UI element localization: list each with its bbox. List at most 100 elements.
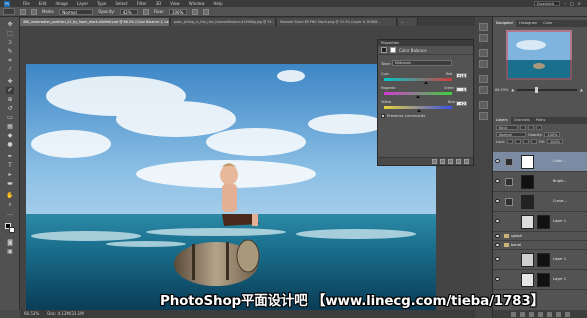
hand-tool-icon[interactable]: ✋ [6,192,14,199]
menu-image[interactable]: Image [55,1,68,6]
view-previous-icon[interactable] [440,159,445,164]
visibility-eye-icon[interactable] [495,179,500,183]
clip-to-layer-icon[interactable] [432,159,437,164]
zoom-in-icon[interactable]: ▲ [580,88,583,92]
add-mask-icon[interactable] [528,311,534,317]
magenta-green-value[interactable]: 0 [456,87,467,92]
layer-mask-thumb[interactable] [537,253,550,267]
visibility-icon[interactable] [456,159,461,164]
crop-tool-icon[interactable]: ⌗ [6,57,14,64]
gradient-tool-icon[interactable]: ▦ [6,123,14,130]
shape-tool-icon[interactable]: ▬ [6,180,14,187]
layer-row-pixel[interactable]: Layer 1 [493,250,587,270]
layer-name[interactable]: Layer 1 [553,257,566,261]
info-panel-icon[interactable] [479,60,488,68]
new-adjustment-icon[interactable] [537,311,543,317]
blend-mode-select[interactable]: Normal [496,132,526,137]
eraser-tool-icon[interactable]: ▭ [6,114,14,121]
zoom-slider[interactable] [517,87,578,93]
tab-histogram[interactable]: Histogram [516,20,540,27]
lock-transparent-icon[interactable] [507,139,514,144]
tab-document-3[interactable]: Monster Stock 89 PNG Stock.png @ 33.3% (… [277,18,397,26]
move-tool-icon[interactable]: ✥ [6,21,14,28]
layer-row-pixel[interactable]: Layer 1 [493,212,587,232]
close-icon[interactable]: × [578,1,581,6]
layer-style-icon[interactable] [519,311,525,317]
brush-panel-icon[interactable] [479,75,488,83]
cyan-red-slider[interactable] [384,78,452,81]
lock-position-icon[interactable] [523,139,530,144]
mask-icon[interactable] [390,47,396,53]
layer-group-barrel[interactable]: barrel [493,241,587,250]
healing-tool-icon[interactable]: ✚ [6,78,14,85]
fill-field[interactable]: 100% [547,139,564,144]
dodge-tool-icon[interactable]: ● [6,141,14,148]
layer-row-color-balance[interactable]: Color ... [493,152,587,172]
pen-tool-icon[interactable]: ✒ [6,153,14,160]
paragraph-panel-icon[interactable] [479,112,488,120]
delete-icon[interactable] [464,159,469,164]
more-tools-icon[interactable]: … [6,210,14,217]
document-canvas[interactable] [26,64,436,310]
yellow-blue-value[interactable]: +2 [456,101,467,106]
menu-select[interactable]: Select [115,1,127,6]
reset-icon[interactable] [448,159,453,164]
zoom-slider-thumb[interactable] [535,87,539,93]
mode-select[interactable]: Normal [59,8,94,15]
tab-paths[interactable]: Paths [533,117,549,124]
visibility-eye-icon[interactable] [495,219,500,223]
menu-window[interactable]: Window [189,1,205,6]
menu-edit[interactable]: Edit [39,1,47,6]
menu-type[interactable]: Type [97,1,106,6]
history-panel-icon[interactable] [479,23,488,31]
blur-tool-icon[interactable]: ◆ [6,132,14,139]
menu-help[interactable]: Help [213,1,222,6]
group-name[interactable]: barrel [511,243,521,247]
menu-file[interactable]: File [23,1,30,6]
properties-panel-icon[interactable] [479,49,488,57]
clone-tool-icon[interactable]: ⊕ [6,96,14,103]
layer-mask-thumb[interactable] [537,215,550,229]
layer-name[interactable]: Color ... [553,159,567,163]
filter-adjustment-icon[interactable] [528,125,534,130]
screen-mode-icon[interactable]: ▣ [6,248,14,255]
layer-opacity-field[interactable]: 100% [544,132,561,137]
menu-layer[interactable]: Layer [77,1,88,6]
preserve-luminosity-checkbox[interactable]: ✓ [381,113,385,118]
menu-view[interactable]: View [170,1,180,6]
menu-filter[interactable]: Filter [137,1,147,6]
eyedropper-tool-icon[interactable]: ⁄ [6,66,14,73]
tone-select[interactable]: Midtones [392,60,452,66]
layer-name[interactable]: Layer 1 [553,277,566,281]
filter-type-icon[interactable] [536,125,542,130]
zoom-tool-icon[interactable]: ⌕ [6,201,14,208]
minimize-icon[interactable]: – [564,1,566,6]
visibility-eye-icon[interactable] [495,243,500,247]
path-select-tool-icon[interactable]: ▸ [6,171,14,178]
workspace-switcher[interactable]: Essentials [533,1,560,6]
layer-mask-thumb[interactable] [537,273,550,287]
trash-icon[interactable] [564,311,570,317]
layer-group-splash[interactable]: splash [493,232,587,241]
cyan-red-knob[interactable] [424,81,428,84]
link-layers-icon[interactable] [510,311,516,317]
layer-name[interactable]: Bright... [553,179,567,183]
quick-select-tool-icon[interactable]: ✎ [6,48,14,55]
type-tool-icon[interactable]: T [6,162,14,169]
tab-navigator[interactable]: Navigator [493,20,517,27]
clone-source-panel-icon[interactable] [479,86,488,94]
kind-filter-select[interactable]: Kind [496,125,518,130]
layer-name[interactable]: Curve... [553,199,567,203]
background-color-swatch[interactable] [9,227,15,233]
visibility-eye-icon[interactable] [495,199,500,203]
navigator-zoom-value[interactable]: 66.53% [495,88,508,92]
lock-all-icon[interactable] [531,139,538,144]
tab-overflow[interactable]: ... [398,18,418,26]
pressure-opacity-icon[interactable] [142,8,149,15]
tab-layers[interactable]: Layers [493,117,511,124]
layer-mask-thumb[interactable] [521,155,534,169]
tool-preset-picker[interactable] [3,8,15,15]
filter-pixel-icon[interactable] [520,125,526,130]
brush-preset-icon[interactable] [20,8,26,15]
visibility-eye-icon[interactable] [495,277,500,281]
